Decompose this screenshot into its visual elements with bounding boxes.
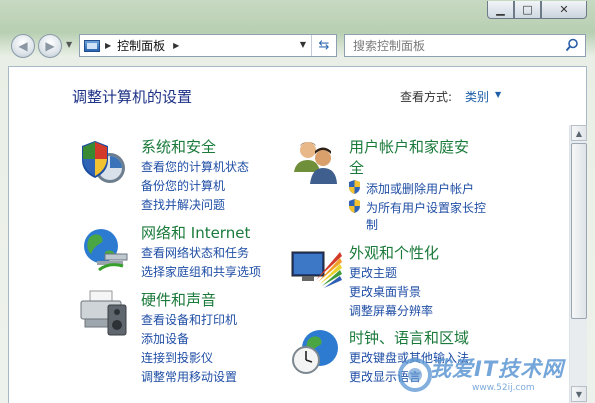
- printer-speaker-icon: [80, 290, 127, 336]
- refresh-button[interactable]: ⇆: [311, 35, 336, 56]
- refresh-icon: ⇆: [318, 38, 330, 53]
- system-security-shield-icon: [82, 141, 125, 183]
- forward-button[interactable]: ▶: [38, 34, 62, 58]
- vertical-scrollbar[interactable]: ▲ ▼: [569, 125, 587, 403]
- link-network-status[interactable]: 查看网络状态和任务: [141, 244, 249, 261]
- breadcrumb-control-panel[interactable]: 控制面板: [117, 37, 165, 54]
- control-panel-icon: [84, 39, 100, 52]
- breadcrumb-chevron-icon[interactable]: ▶: [173, 41, 179, 50]
- control-panel-window: ▁ □ ✕ ◀ ▶ ▼ ▶ 控制面板 ▶ ▼ ⇆ 调整计算机的设置 查看方式: …: [0, 0, 595, 403]
- uac-shield-icon: [349, 180, 360, 194]
- category-system-security[interactable]: 系统和安全: [141, 136, 216, 157]
- link-devices-printers[interactable]: 查看设备和打印机: [141, 311, 237, 328]
- link-parental-controls[interactable]: 为所有用户设置家长控: [366, 199, 486, 216]
- close-icon: ✕: [559, 3, 569, 16]
- close-button[interactable]: ✕: [541, 1, 587, 19]
- link-backup-computer[interactable]: 备份您的计算机: [141, 177, 225, 194]
- minimize-button[interactable]: ▁: [487, 1, 514, 19]
- watermark-text: 我爱IT技术网: [430, 357, 565, 381]
- breadcrumb-separator-icon[interactable]: ▶: [105, 41, 111, 50]
- uac-shield-icon: [349, 199, 360, 213]
- arrow-right-icon: ▶: [45, 39, 55, 53]
- category-user-accounts-line2[interactable]: 全: [349, 157, 364, 178]
- link-add-device[interactable]: 添加设备: [141, 330, 189, 347]
- watermark-url: www.52ij.com: [472, 383, 535, 393]
- search-input[interactable]: [351, 37, 565, 54]
- category-user-accounts[interactable]: 用户帐户和家庭安: [349, 136, 469, 157]
- maximize-button[interactable]: □: [514, 1, 541, 19]
- back-button[interactable]: ◀: [11, 34, 35, 58]
- link-view-computer-status[interactable]: 查看您的计算机状态: [141, 158, 249, 175]
- arrow-left-icon: ◀: [18, 39, 28, 53]
- user-accounts-icon: [294, 142, 337, 184]
- category-hardware-sound[interactable]: 硬件和声音: [141, 289, 216, 310]
- link-change-theme[interactable]: 更改主题: [349, 264, 397, 281]
- category-appearance[interactable]: 外观和个性化: [349, 242, 439, 263]
- network-globe-icon: [84, 229, 128, 272]
- view-by-label: 查看方式:: [400, 90, 453, 104]
- maximize-icon: □: [522, 3, 533, 16]
- appearance-personalization-icon: [291, 251, 342, 288]
- scroll-down-button[interactable]: ▼: [571, 386, 587, 402]
- page-title: 调整计算机的设置: [72, 88, 193, 106]
- minimize-icon: ▁: [496, 3, 505, 16]
- scroll-thumb[interactable]: [571, 143, 587, 319]
- address-bar[interactable]: ▶ 控制面板 ▶ ▼ ⇆: [79, 34, 337, 57]
- link-screen-resolution[interactable]: 调整屏幕分辨率: [349, 302, 433, 319]
- link-parental-controls-line2[interactable]: 制: [366, 216, 378, 233]
- scroll-up-button[interactable]: ▲: [571, 125, 587, 141]
- view-by-dropdown[interactable]: 类别: [465, 88, 489, 105]
- link-desktop-background[interactable]: 更改桌面背景: [349, 283, 421, 300]
- address-dropdown-icon[interactable]: ▼: [300, 40, 306, 49]
- category-network-internet[interactable]: 网络和 Internet: [141, 222, 250, 243]
- link-troubleshoot[interactable]: 查找并解决问题: [141, 196, 225, 213]
- category-clock-language-region[interactable]: 时钟、语言和区域: [349, 327, 469, 348]
- chevron-down-icon[interactable]: ▼: [495, 90, 501, 99]
- link-mobility-settings[interactable]: 调整常用移动设置: [141, 368, 237, 385]
- link-add-remove-user[interactable]: 添加或删除用户帐户: [366, 180, 474, 197]
- search-icon[interactable]: [565, 38, 579, 52]
- search-box[interactable]: [344, 34, 586, 57]
- link-connect-projector[interactable]: 连接到投影仪: [141, 349, 213, 366]
- clock-globe-icon: [292, 330, 338, 374]
- link-homegroup-sharing[interactable]: 选择家庭组和共享选项: [141, 263, 261, 280]
- recent-pages-dropdown[interactable]: ▼: [66, 40, 72, 49]
